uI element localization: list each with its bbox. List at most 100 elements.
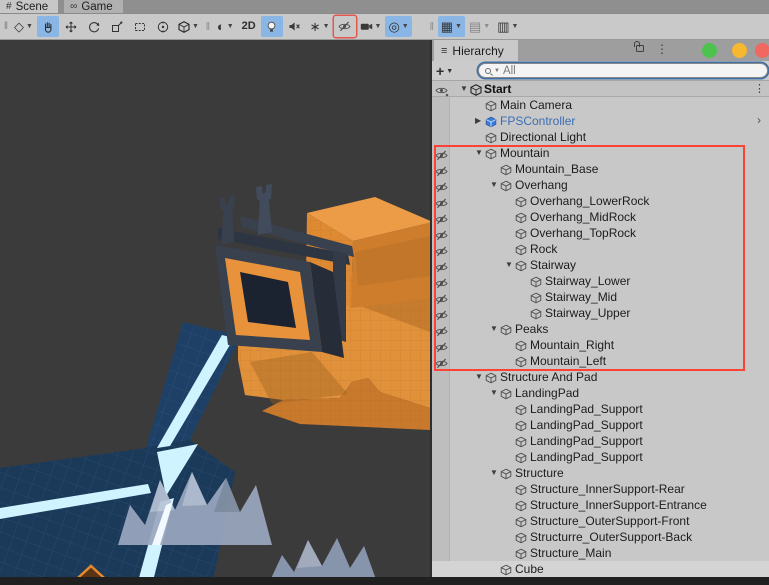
gizmo-icon: ◎ (388, 19, 400, 34)
scene-header-row[interactable]: ▼ Start ⋮ (432, 81, 769, 97)
hierarchy-row[interactable]: Mountain_Right (432, 337, 769, 353)
tab-scene-label: Scene (15, 0, 49, 13)
hierarchy-toolbar: + ▼ ▼ (432, 61, 769, 81)
speaker-icon (288, 21, 301, 32)
scene-visibility-toggle[interactable] (334, 16, 356, 37)
scene-options-icon[interactable]: ⋮ (754, 82, 765, 95)
hierarchy-row[interactable]: Structure_InnerSupport-Entrance (432, 497, 769, 513)
hierarchy-row[interactable]: ▶ FPSController › (432, 113, 769, 129)
hierarchy-row[interactable]: Stairway_Mid (432, 289, 769, 305)
hierarchy-row[interactable]: Stairway_Lower (432, 273, 769, 289)
foldout-icon[interactable]: ▼ (490, 469, 498, 477)
snap-increment-dropdown[interactable]: ▥ ▼ (494, 16, 521, 37)
scene-3d-render (0, 40, 430, 585)
hierarchy-row[interactable]: Cube (432, 561, 769, 577)
transform-tool[interactable] (152, 16, 174, 37)
snap-toggle-dropdown[interactable]: ▤ ▼ (466, 16, 493, 37)
draw-mode-dropdown[interactable]: ◐ ▼ (214, 16, 237, 37)
hierarchy-row[interactable]: Overhang_LowerRock (432, 193, 769, 209)
gameobject-name: Structure_Main (530, 546, 612, 560)
hierarchy-row[interactable]: ▼ Mountain (432, 145, 769, 161)
foldout-icon[interactable]: ▼ (490, 181, 498, 189)
chevron-down-icon: ▼ (446, 67, 454, 75)
hierarchy-row[interactable]: Main Camera (432, 97, 769, 113)
gameobject-name: Stairway (530, 258, 577, 272)
foldout-icon[interactable]: ▼ (490, 325, 498, 333)
tab-game[interactable]: ∞ Game (64, 0, 123, 13)
search-input[interactable] (502, 64, 761, 77)
hand-tool[interactable] (36, 16, 59, 37)
move-tool[interactable] (60, 16, 82, 37)
camera-settings-dropdown[interactable]: ▼ (357, 16, 385, 37)
orient-icon: ◇ (14, 19, 24, 34)
unlock-icon[interactable] (634, 41, 644, 52)
2d-toggle[interactable]: 2D (238, 16, 260, 37)
effects-dropdown[interactable]: ∗ ▼ (307, 16, 333, 37)
gameobject-name: LandingPad (515, 386, 580, 400)
search-filter-caret-icon: ▼ (494, 67, 500, 74)
rotate-tool[interactable] (83, 16, 105, 37)
foldout-open-icon[interactable]: ▼ (460, 85, 468, 93)
orientation-gizmo-dropdown[interactable]: ◇ ▼ (11, 16, 36, 37)
gameobject-name: Directional Light (500, 130, 587, 144)
gameobject-name: Structure_InnerSupport-Entrance (530, 498, 707, 512)
search-icon (485, 67, 491, 74)
hierarchy-row[interactable]: ▼ Peaks (432, 321, 769, 337)
hierarchy-row[interactable]: LandingPad_Support (432, 417, 769, 433)
hierarchy-row[interactable]: ▼ Overhang (432, 177, 769, 193)
tab-hierarchy[interactable]: ≡ Hierarchy (434, 40, 518, 61)
gizmos-toggle-dropdown[interactable]: ◎ ▼ (385, 16, 412, 37)
hierarchy-row[interactable]: Overhang_TopRock (432, 225, 769, 241)
rect-icon (134, 21, 146, 33)
foldout-icon[interactable]: ▼ (490, 389, 498, 397)
hierarchy-row[interactable]: Mountain_Base (432, 161, 769, 177)
rect-tool[interactable] (129, 16, 151, 37)
status-dot-green (702, 43, 717, 58)
hierarchy-row[interactable]: LandingPad_Support (432, 433, 769, 449)
hierarchy-row[interactable]: Structure_Main (432, 545, 769, 561)
gameobject-name: Stairway_Mid (545, 290, 618, 304)
hierarchy-row[interactable]: Structure_InnerSupport-Rear (432, 481, 769, 497)
hierarchy-row[interactable]: Stairway_Upper (432, 305, 769, 321)
hierarchy-row[interactable]: Directional Light (432, 129, 769, 145)
foldout-icon[interactable]: ▼ (475, 373, 483, 381)
chevron-down-icon: ▼ (401, 23, 409, 30)
scene-viewport[interactable] (0, 40, 430, 585)
hierarchy-row[interactable]: Rock (432, 241, 769, 257)
gameobject-name: Mountain_Base (515, 162, 599, 176)
gameobject-name: LandingPad_Support (530, 434, 643, 448)
hierarchy-row[interactable]: ▼ Structure And Pad (432, 369, 769, 385)
panel-menu-icon[interactable]: ⋮ (656, 42, 668, 56)
hierarchy-row[interactable]: Structure_OuterSupport-Front (432, 513, 769, 529)
prefab-chevron-icon[interactable]: › (757, 113, 761, 127)
toolbar-drag-handle[interactable]: ‖ (2, 21, 10, 32)
hierarchy-row[interactable]: LandingPad_Support (432, 401, 769, 417)
foldout-icon[interactable]: ▼ (475, 149, 483, 157)
tab-scene[interactable]: # Scene (0, 0, 59, 13)
gameobject-name: Main Camera (500, 98, 573, 112)
hierarchy-row[interactable]: Mountain_Left (432, 353, 769, 369)
lighting-toggle[interactable] (260, 16, 283, 37)
hierarchy-row[interactable]: Overhang_MidRock (432, 209, 769, 225)
gameobject-name: LandingPad_Support (530, 418, 643, 432)
grid-snap-toggle-dropdown[interactable]: ▦ ▼ (437, 16, 465, 37)
gameobject-name: Mountain_Left (530, 354, 607, 368)
gameobject-name: Mountain (500, 146, 550, 160)
hierarchy-row[interactable]: ▼ LandingPad (432, 385, 769, 401)
gameobject-name: LandingPad_Support (530, 450, 643, 464)
audio-mute-toggle[interactable] (284, 16, 306, 37)
foldout-icon[interactable]: ▶ (475, 117, 481, 125)
tab-game-label: Game (81, 0, 113, 13)
gameobject-name: Structure And Pad (500, 370, 598, 384)
scene-toolbar: ‖ ◇ ▼ ▼ ‖ ◐ ▼ 2D ∗ ▼ ▼ ◎ ▼ ‖ ▦ ▼ ▤ ▼ ▥ ▼ (0, 14, 769, 40)
hierarchy-row[interactable]: Structurre_OuterSupport-Back (432, 529, 769, 545)
foldout-icon[interactable]: ▼ (505, 261, 513, 269)
gameobject-name: Peaks (515, 322, 549, 336)
scale-tool[interactable] (106, 16, 128, 37)
scene-name: Start (484, 82, 512, 96)
create-object-button[interactable]: + ▼ (436, 63, 453, 79)
hierarchy-row[interactable]: LandingPad_Support (432, 449, 769, 465)
hierarchy-row[interactable]: ▼ Stairway (432, 257, 769, 273)
hierarchy-row[interactable]: ▼ Structure (432, 465, 769, 481)
custom-tool-dropdown[interactable]: ▼ (175, 16, 202, 37)
